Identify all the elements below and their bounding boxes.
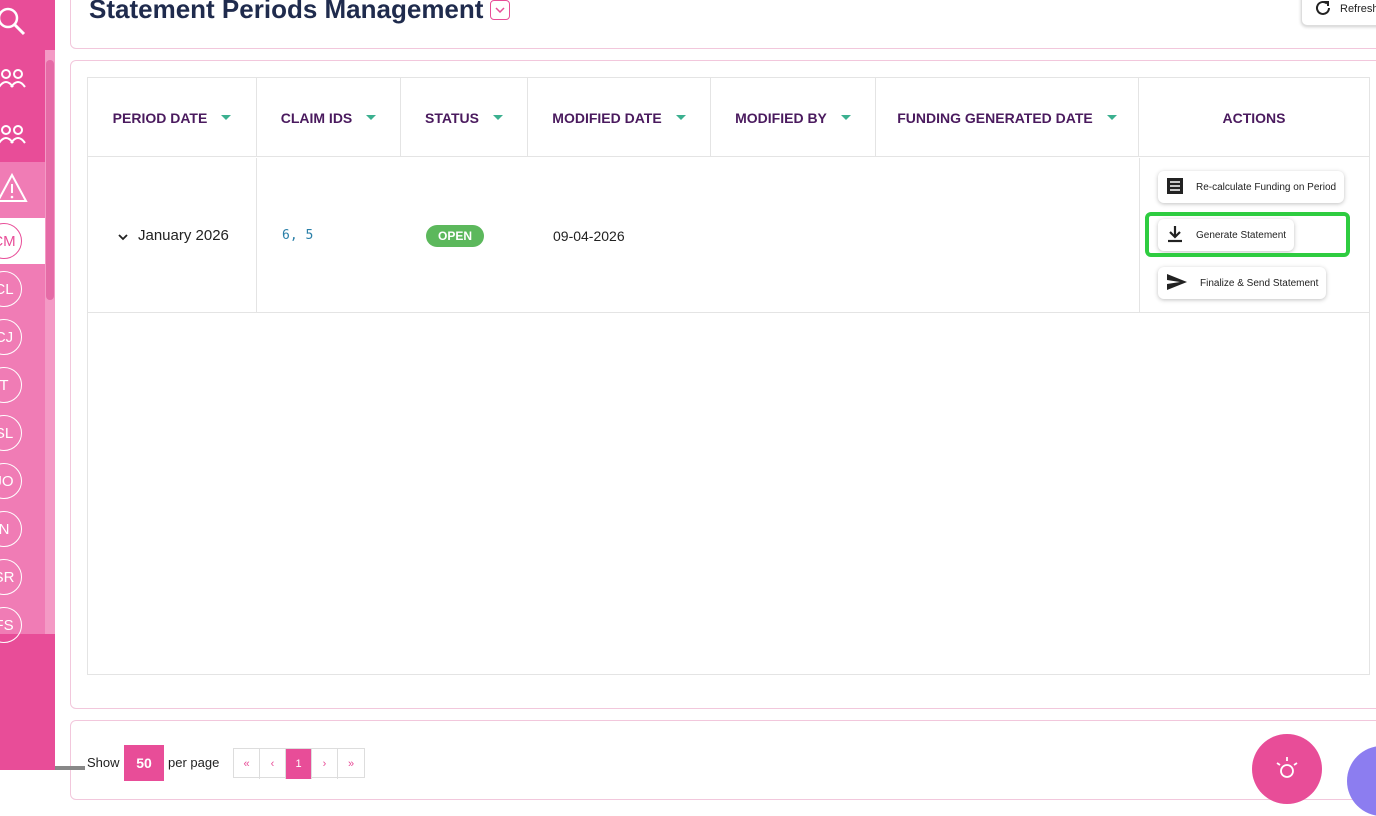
column-header-status[interactable]: STATUS xyxy=(401,78,528,157)
period-date-value: January 2026 xyxy=(138,227,229,244)
divider xyxy=(256,158,257,313)
recalculate-funding-button[interactable]: Re-calculate Funding on Period xyxy=(1158,171,1345,203)
sort-caret-icon[interactable] xyxy=(366,115,377,120)
divider xyxy=(1139,158,1140,313)
sort-caret-icon[interactable] xyxy=(1106,115,1117,120)
page-size-select[interactable]: 50 xyxy=(124,745,164,781)
chevron-down-icon[interactable] xyxy=(118,228,128,244)
modified-date-cell: 09-04-2026 xyxy=(553,158,625,313)
claim-ids-cell: 6, 5 xyxy=(282,158,313,313)
warning-icon[interactable] xyxy=(0,170,30,206)
send-icon xyxy=(1166,273,1188,294)
column-label: ACTIONS xyxy=(1222,109,1286,126)
column-label: PERIOD DATE xyxy=(112,109,208,126)
current-page-button[interactable]: 1 xyxy=(286,749,312,779)
search-icon[interactable] xyxy=(0,4,30,40)
recalculate-label: Re-calculate Funding on Period xyxy=(1196,181,1337,193)
first-page-button[interactable]: « xyxy=(234,749,260,779)
column-label: MODIFIED BY xyxy=(735,109,827,126)
table-header-row: PERIOD DATE CLAIM IDS STATUS MODIFIED DA… xyxy=(88,78,1369,157)
column-header-actions: ACTIONS xyxy=(1139,78,1369,157)
column-label: MODIFIED DATE xyxy=(552,109,662,126)
refresh-button[interactable]: Refresh xyxy=(1301,0,1376,26)
sun-icon xyxy=(1273,753,1301,786)
sidebar-item-cm[interactable]: CM xyxy=(0,223,22,259)
column-header-claim-ids[interactable]: CLAIM IDS xyxy=(257,78,401,157)
refresh-label: Refresh xyxy=(1340,3,1376,15)
modified-date-value: 09-04-2026 xyxy=(553,227,625,244)
groups-icon[interactable] xyxy=(0,117,30,153)
status-cell: OPEN xyxy=(426,158,485,313)
column-header-modified-date[interactable]: MODIFIED DATE xyxy=(528,78,711,157)
per-page-label: per page xyxy=(168,755,220,770)
sidebar-scroll-thumb[interactable] xyxy=(46,60,54,300)
page-title: Statement Periods Management xyxy=(89,0,484,24)
users-icon[interactable] xyxy=(0,61,30,97)
show-label: Show xyxy=(87,755,120,770)
sidebar-item-active[interactable]: CM xyxy=(0,218,45,264)
column-header-period-date[interactable]: PERIOD DATE xyxy=(88,78,257,157)
column-label: STATUS xyxy=(425,109,479,126)
column-label: CLAIM IDS xyxy=(280,109,353,126)
column-header-funding-generated-date[interactable]: FUNDING GENERATED DATE xyxy=(876,78,1139,157)
pagination: « ‹ 1 › » xyxy=(233,748,365,779)
sort-caret-icon[interactable] xyxy=(492,115,503,120)
theme-toggle-button[interactable] xyxy=(1252,734,1322,804)
chevron-down-icon[interactable] xyxy=(490,0,510,20)
sort-caret-icon[interactable] xyxy=(840,115,851,120)
period-date-cell: January 2026 xyxy=(118,158,229,313)
next-page-button[interactable]: › xyxy=(312,749,338,779)
column-label: FUNDING GENERATED DATE xyxy=(897,109,1093,126)
claim-ids-value[interactable]: 6, 5 xyxy=(282,228,313,243)
generate-statement-highlight xyxy=(1145,212,1350,257)
last-page-button[interactable]: » xyxy=(338,749,364,779)
finalize-label: Finalize & Send Statement xyxy=(1200,277,1319,289)
finalize-send-button[interactable]: Finalize & Send Statement xyxy=(1158,267,1327,299)
status-badge: OPEN xyxy=(426,224,485,247)
list-icon xyxy=(1166,177,1184,198)
sort-caret-icon[interactable] xyxy=(221,115,232,120)
column-header-modified-by[interactable]: MODIFIED BY xyxy=(711,78,876,157)
sidebar: CM CL CJ T SL JO N SR FS xyxy=(0,0,55,770)
divider xyxy=(55,766,85,770)
sort-caret-icon[interactable] xyxy=(675,115,686,120)
prev-page-button[interactable]: ‹ xyxy=(260,749,286,779)
refresh-icon xyxy=(1314,0,1332,20)
